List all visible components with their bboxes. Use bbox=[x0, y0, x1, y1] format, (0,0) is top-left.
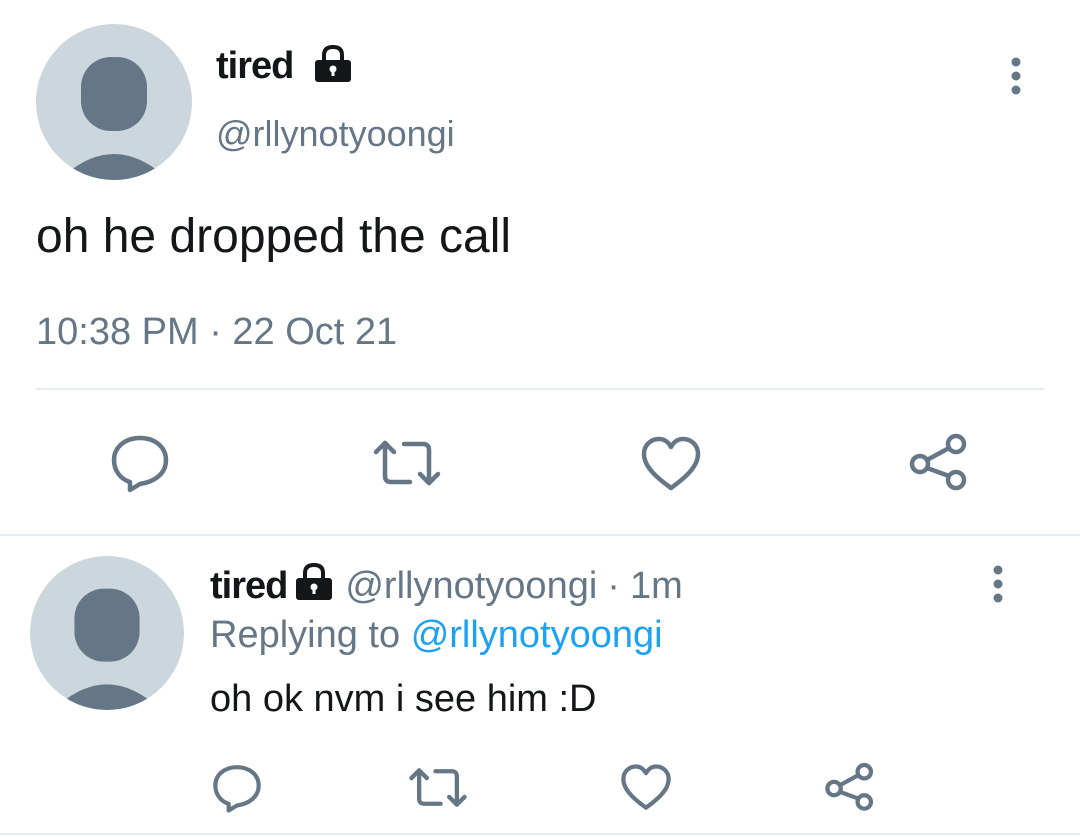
main-tweet-divider bbox=[36, 388, 1044, 390]
main-reply-button[interactable] bbox=[110, 432, 170, 494]
reply-icon bbox=[213, 765, 261, 813]
retweet-icon bbox=[409, 768, 467, 807]
retweet-icon bbox=[373, 440, 441, 486]
reply-like-button[interactable] bbox=[620, 764, 672, 811]
reply-tweet-separator: · bbox=[607, 565, 620, 607]
bottom-divider bbox=[0, 833, 1080, 835]
main-tweet-more-button[interactable] bbox=[1000, 52, 1032, 100]
reply-tweet-avatar[interactable] bbox=[30, 556, 184, 710]
lock-icon bbox=[296, 562, 333, 600]
thread-separator bbox=[0, 534, 1080, 536]
default-avatar-icon bbox=[66, 57, 162, 180]
main-tweet-display-name[interactable]: tired bbox=[216, 44, 294, 88]
more-vertical-icon bbox=[993, 565, 1003, 603]
reply-tweet-more-button[interactable] bbox=[982, 562, 1014, 606]
reply-tweet-time[interactable]: 1m bbox=[630, 565, 683, 607]
more-vertical-icon bbox=[1011, 57, 1021, 95]
main-retweet-button[interactable] bbox=[372, 438, 442, 488]
lock-icon bbox=[315, 44, 351, 82]
main-tweet-handle[interactable]: @rllynotyoongi bbox=[216, 112, 455, 156]
share-icon bbox=[909, 433, 967, 491]
main-tweet-avatar[interactable] bbox=[36, 24, 192, 180]
replying-to-handle-link[interactable]: @rllynotyoongi bbox=[411, 614, 663, 656]
main-share-button[interactable] bbox=[908, 430, 970, 492]
main-tweet-timestamp[interactable]: 10:38 PM · 22 Oct 21 bbox=[36, 308, 397, 356]
replying-to-line: Replying to @rllynotyoongi bbox=[210, 612, 663, 658]
main-like-button[interactable] bbox=[640, 436, 702, 492]
heart-icon bbox=[621, 764, 671, 810]
reply-reply-button[interactable] bbox=[212, 762, 262, 814]
reply-tweet-handle[interactable]: @rllynotyoongi bbox=[345, 565, 597, 607]
replying-to-label: Replying to bbox=[210, 614, 401, 656]
reply-icon bbox=[111, 435, 169, 493]
reply-share-button[interactable] bbox=[824, 760, 876, 812]
share-icon bbox=[825, 762, 874, 811]
reply-retweet-button[interactable] bbox=[408, 766, 468, 809]
reply-tweet-display-name[interactable]: tired bbox=[210, 565, 288, 607]
default-avatar-icon bbox=[59, 588, 155, 710]
heart-icon bbox=[641, 436, 701, 491]
reply-tweet-header: tired @rllynotyoongi · 1m bbox=[210, 562, 683, 609]
reply-tweet-text: oh ok nvm i see him :D bbox=[210, 678, 597, 720]
main-tweet-text: oh he dropped the call bbox=[36, 210, 512, 263]
